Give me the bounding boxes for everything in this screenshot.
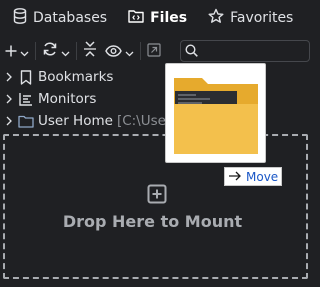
toolbar [0, 38, 312, 64]
refresh-icon [42, 41, 58, 61]
code-folder-icon [128, 9, 144, 27]
toolbar-divider [35, 42, 36, 60]
database-icon [13, 8, 27, 28]
tab-bar: Databases Files Favorites [0, 0, 312, 36]
tab-label: Databases [33, 10, 108, 26]
drop-zone-label: Drop Here to Mount [62, 212, 243, 231]
chevron-down-icon [20, 42, 29, 61]
drag-action-label: Move [246, 169, 279, 184]
add-button[interactable] [5, 38, 29, 64]
tree-item-label: User Home [38, 113, 113, 129]
folder-thumbnail-icon [166, 78, 267, 168]
tree-item-label: Bookmarks [38, 69, 114, 85]
monitor-icon [18, 92, 34, 106]
tree-item-label: Monitors [38, 91, 97, 107]
chevron-right-icon[interactable] [0, 116, 18, 126]
chevron-down-icon [125, 42, 134, 61]
tree-item-path: [C:\User [116, 113, 172, 129]
search-field[interactable] [180, 40, 310, 62]
open-external-button[interactable] [147, 38, 161, 64]
tab-favorites[interactable]: Favorites [195, 0, 301, 36]
chevron-right-icon[interactable] [0, 94, 18, 104]
collapse-all-button[interactable] [83, 38, 97, 64]
collapse-icon [83, 41, 97, 61]
search-input[interactable] [202, 44, 302, 58]
tab-files[interactable]: Files [115, 0, 195, 36]
tab-label: Favorites [230, 10, 294, 26]
file-manager-panel: Databases Files Favorites Bookmarks Moni… [0, 0, 312, 287]
star-icon [208, 8, 224, 28]
tab-label: Files [150, 10, 188, 26]
toolbar-divider [140, 42, 141, 60]
chevron-down-icon [61, 42, 70, 61]
arrow-right-icon [228, 170, 242, 184]
search-icon [185, 42, 198, 61]
tab-databases[interactable]: Databases [0, 0, 115, 36]
chevron-right-icon[interactable] [0, 72, 18, 82]
add-box-icon [147, 184, 167, 208]
view-options-button[interactable] [105, 38, 134, 64]
bookmark-icon [18, 69, 34, 85]
folder-icon [18, 115, 34, 128]
drag-action-badge: Move [224, 167, 282, 186]
drag-preview [165, 63, 266, 163]
view-icon [105, 42, 122, 61]
toolbar-divider [76, 42, 77, 60]
add-icon [5, 42, 17, 61]
open-external-icon [147, 42, 161, 61]
refresh-button[interactable] [42, 38, 70, 64]
